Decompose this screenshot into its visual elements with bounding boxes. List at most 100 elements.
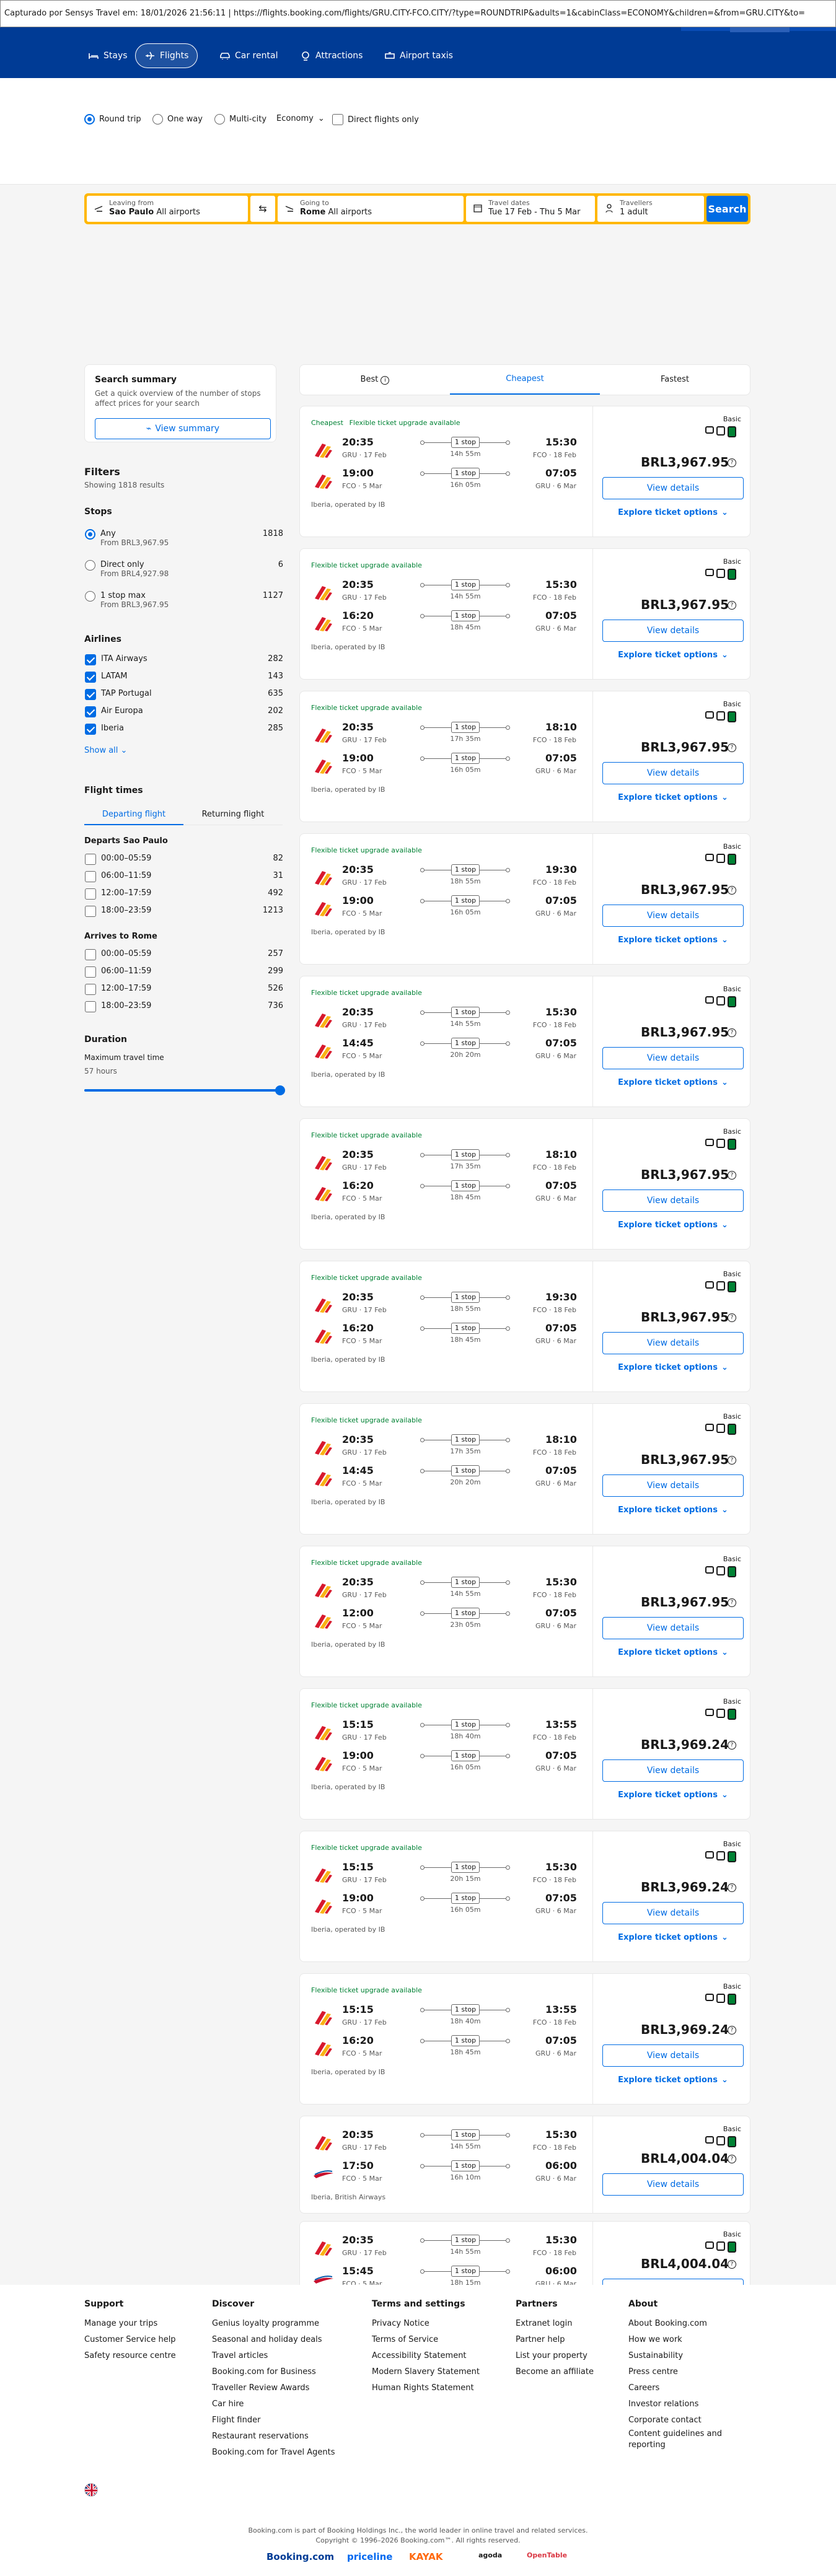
trip-multi-city[interactable]: Multi-city — [214, 114, 266, 125]
nav-attractions[interactable]: Attractions — [291, 43, 371, 68]
time-checkbox[interactable] — [85, 871, 96, 882]
price-info-icon[interactable]: ? — [728, 1313, 736, 1322]
explore-ticket-options-link[interactable]: Explore ticket options ⌄ — [602, 1078, 744, 1087]
stops-one-option[interactable]: 1 stop max From BRL3,967.95 1127 — [85, 591, 283, 609]
view-details-button[interactable]: View details — [602, 1189, 744, 1212]
departs-time-option[interactable]: 18:00–23:59 1213 — [85, 906, 283, 917]
price-info-icon[interactable]: ? — [728, 2026, 736, 2035]
footer-link[interactable]: Careers — [628, 2380, 740, 2396]
price-info-icon[interactable]: ? — [728, 2155, 736, 2163]
time-checkbox[interactable] — [85, 888, 96, 900]
trip-round-trip[interactable]: Round trip — [84, 114, 141, 125]
explore-ticket-options-link[interactable]: Explore ticket options ⌄ — [602, 1505, 744, 1515]
footer-link[interactable]: Content guidelines and reporting — [628, 2429, 740, 2451]
tab-best[interactable]: Best i — [300, 365, 450, 395]
direct-only-checkbox[interactable] — [332, 114, 343, 125]
time-checkbox[interactable] — [85, 949, 96, 960]
airline-option[interactable]: Iberia 285 — [85, 724, 283, 735]
explore-ticket-options-link[interactable]: Explore ticket options ⌄ — [602, 793, 744, 802]
footer-link[interactable]: Flight finder — [212, 2412, 348, 2429]
airline-option[interactable]: ITA Airways 282 — [85, 654, 283, 665]
view-details-button[interactable]: View details — [602, 2044, 744, 2067]
time-checkbox[interactable] — [85, 984, 96, 995]
footer-link[interactable]: Sustainability — [628, 2348, 740, 2364]
arrives-time-option[interactable]: 06:00–11:59 299 — [85, 966, 283, 978]
stops-any-option[interactable]: Any From BRL3,967.95 1818 — [85, 529, 283, 547]
explore-ticket-options-link[interactable]: Explore ticket options ⌄ — [602, 935, 744, 945]
view-details-button[interactable]: View details — [602, 1902, 744, 1924]
view-details-button[interactable]: View details — [602, 2173, 744, 2196]
price-info-icon[interactable]: ? — [728, 601, 736, 610]
footer-link[interactable]: Investor relations — [628, 2396, 740, 2412]
arrives-time-option[interactable]: 18:00–23:59 736 — [85, 1001, 283, 1012]
stops-direct-radio[interactable] — [85, 560, 95, 571]
footer-link[interactable]: Traveller Review Awards — [212, 2380, 348, 2396]
explore-ticket-options-link[interactable]: Explore ticket options ⌄ — [602, 1648, 744, 1657]
footer-link[interactable]: Car hire — [212, 2396, 348, 2412]
view-details-button[interactable]: View details — [602, 905, 744, 927]
direct-flights-toggle[interactable]: Direct flights only — [332, 114, 419, 125]
airline-option[interactable]: LATAM 143 — [85, 672, 283, 683]
explore-ticket-options-link[interactable]: Explore ticket options ⌄ — [602, 508, 744, 517]
footer-link[interactable]: Accessibility Statement — [372, 2348, 508, 2364]
view-details-button[interactable]: View details — [602, 1617, 744, 1639]
departs-time-option[interactable]: 12:00–17:59 492 — [85, 888, 283, 900]
nav-stays[interactable]: Stays — [79, 43, 136, 68]
price-info-icon[interactable]: ? — [728, 1028, 736, 1037]
view-details-button[interactable]: View details — [602, 762, 744, 784]
price-info-icon[interactable]: ? — [728, 1171, 736, 1180]
view-details-button[interactable]: View details — [602, 1332, 744, 1354]
footer-link[interactable]: Restaurant reservations — [212, 2429, 348, 2445]
trip-one-way[interactable]: One way — [152, 114, 203, 125]
price-info-icon[interactable]: ? — [728, 743, 736, 752]
duration-slider-handle[interactable] — [275, 1085, 285, 1095]
price-info-icon[interactable]: ? — [728, 1741, 736, 1750]
explore-ticket-options-link[interactable]: Explore ticket options ⌄ — [602, 1933, 744, 1942]
view-details-button[interactable]: View details — [602, 477, 744, 499]
explore-ticket-options-link[interactable]: Explore ticket options ⌄ — [602, 651, 744, 660]
stops-any-radio[interactable] — [85, 529, 95, 540]
price-info-icon[interactable]: ? — [728, 458, 736, 467]
view-details-button[interactable]: View details — [602, 1474, 744, 1497]
price-info-icon[interactable]: ? — [728, 886, 736, 895]
duration-slider-track[interactable] — [84, 1085, 285, 1095]
explore-ticket-options-link[interactable]: Explore ticket options ⌄ — [602, 1220, 744, 1230]
footer-link[interactable]: Press centre — [628, 2364, 740, 2380]
arrives-time-option[interactable]: 12:00–17:59 526 — [85, 984, 283, 995]
footer-link[interactable]: Corporate contact — [628, 2412, 740, 2429]
footer-link[interactable]: Modern Slavery Statement — [372, 2364, 508, 2380]
price-info-icon[interactable]: ? — [728, 1883, 736, 1892]
arrives-time-option[interactable]: 00:00–05:59 257 — [85, 949, 283, 960]
explore-ticket-options-link[interactable]: Explore ticket options ⌄ — [602, 1790, 744, 1800]
multi-city-radio[interactable] — [214, 114, 225, 125]
cabin-select[interactable]: Economy ⌄ — [276, 114, 325, 123]
footer-link[interactable]: Terms of Service — [372, 2332, 508, 2348]
explore-ticket-options-link[interactable]: Explore ticket options ⌄ — [602, 1363, 744, 1372]
footer-link[interactable]: How we work — [628, 2332, 740, 2348]
stops-direct-option[interactable]: Direct only From BRL4,927.98 6 — [85, 560, 283, 578]
nav-flights[interactable]: Flights — [135, 43, 198, 68]
footer-link[interactable]: About Booking.com — [628, 2316, 740, 2332]
footer-link[interactable]: Safety resource centre — [84, 2348, 221, 2364]
price-info-icon[interactable]: ? — [728, 2260, 736, 2269]
airline-checkbox[interactable] — [85, 724, 96, 735]
departs-time-option[interactable]: 06:00–11:59 31 — [85, 871, 283, 882]
view-details-button[interactable]: View details — [602, 1759, 744, 1782]
nav-airport-taxis[interactable]: Airport taxis — [376, 43, 462, 68]
airline-checkbox[interactable] — [85, 689, 96, 700]
tab-returning-flight[interactable]: Returning flight — [183, 805, 283, 825]
footer-link[interactable]: Manage your trips — [84, 2316, 221, 2332]
explore-ticket-options-link[interactable]: Explore ticket options ⌄ — [602, 2075, 744, 2085]
nav-car-rental[interactable]: Car rental — [211, 43, 286, 68]
footer-link[interactable]: Seasonal and holiday deals — [212, 2332, 348, 2348]
airline-option[interactable]: Air Europa 202 — [85, 706, 283, 717]
footer-link[interactable]: Privacy Notice — [372, 2316, 508, 2332]
footer-link[interactable]: Booking.com for Business — [212, 2364, 348, 2380]
airline-option[interactable]: TAP Portugal 635 — [85, 689, 283, 700]
tab-departing-flight[interactable]: Departing flight — [84, 805, 183, 825]
airline-checkbox[interactable] — [85, 706, 96, 717]
round-trip-radio[interactable] — [84, 114, 95, 125]
footer-link[interactable]: Booking.com for Travel Agents — [212, 2445, 348, 2461]
footer-link[interactable]: Human Rights Statement — [372, 2380, 508, 2396]
footer-link[interactable]: Travel articles — [212, 2348, 348, 2364]
